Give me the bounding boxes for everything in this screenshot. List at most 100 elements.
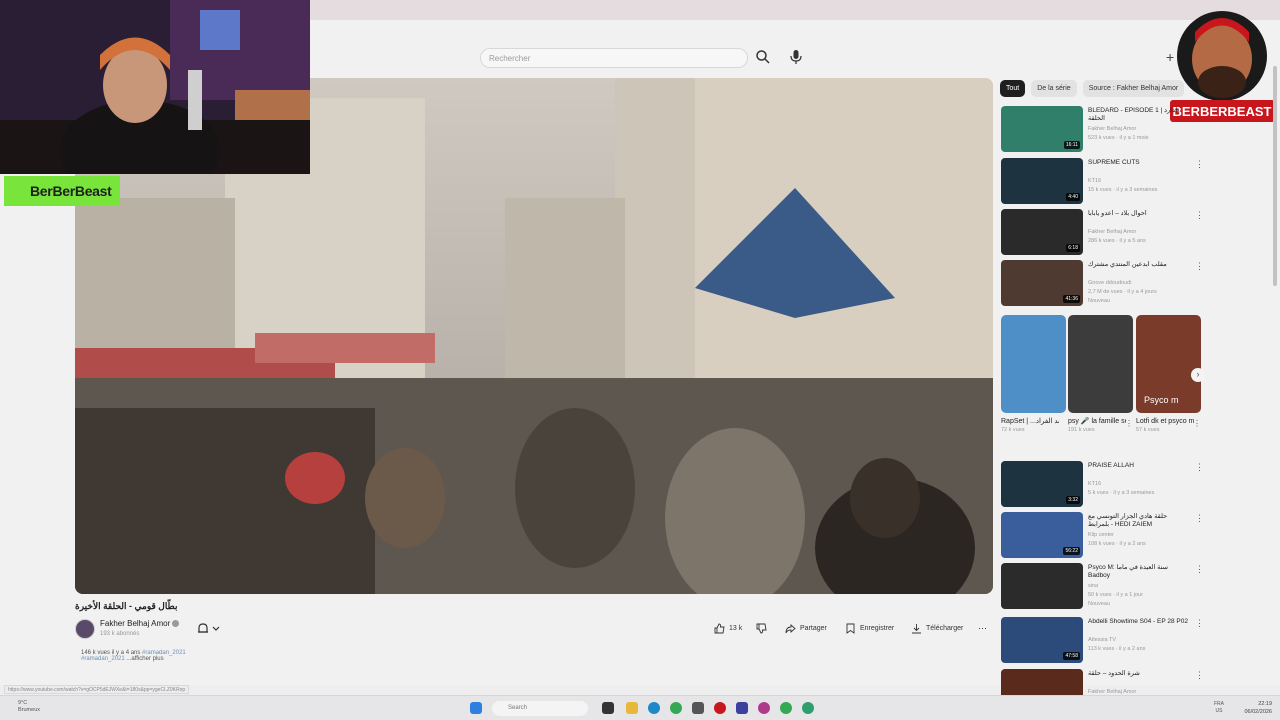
- video-meta: 5 k vues · il y a 3 semaines: [1088, 490, 1155, 496]
- short-item[interactable]: RapSet | ...عقد الفراد 72 k vues: [1001, 315, 1066, 433]
- video-duration: 6:18: [1066, 244, 1080, 252]
- share-button[interactable]: Partager: [785, 619, 827, 637]
- recommended-video[interactable]: 47:58 Abdelli Showtime S04 - EP 28 P02 Att…: [1001, 617, 1204, 665]
- more-actions-icon[interactable]: ⋯: [978, 619, 987, 637]
- more-options-icon[interactable]: ⋮: [1195, 463, 1204, 472]
- weather-temp: 9°C: [18, 700, 28, 706]
- scrollbar-thumb[interactable]: [1273, 66, 1277, 286]
- short-title[interactable]: Lotfi dk et psyco m ...: [1136, 417, 1194, 427]
- video-thumbnail[interactable]: 41:36: [1001, 260, 1083, 306]
- like-button[interactable]: 13 k: [714, 619, 742, 637]
- video-thumbnail[interactable]: [1001, 563, 1083, 609]
- recommended-video[interactable]: 4:40 SUPREME CUTS KT16 15 k vues · il y a 3…: [1001, 158, 1204, 206]
- page-scrollbar[interactable]: [1272, 40, 1278, 685]
- short-views: 57 k vues: [1136, 427, 1160, 433]
- video-title[interactable]: Psyco M: سنة العيدة في ماما Badboy: [1088, 564, 1188, 580]
- weather-widget[interactable]: 9°C Brumeux: [18, 700, 40, 714]
- chrome-icon[interactable]: [780, 702, 792, 714]
- more-options-icon[interactable]: ⋮: [1195, 671, 1204, 680]
- windows-start-icon[interactable]: [470, 702, 482, 714]
- recommended-video[interactable]: 3:32 PRAISE ALLAH KT16 5 k vues · il y a 3 …: [1001, 461, 1204, 509]
- taskbar-search[interactable]: Search: [492, 701, 588, 716]
- bookmark-icon: [846, 623, 855, 634]
- search-input[interactable]: Rechercher: [480, 48, 748, 68]
- video-thumbnail[interactable]: 47:58: [1001, 617, 1083, 663]
- app-icon[interactable]: [736, 702, 748, 714]
- video-title[interactable]: Abdelli Showtime S04 - EP 28 P02: [1088, 618, 1188, 626]
- recommended-video[interactable]: 56:22 حلقة هادي الجزار التونسي مع بلمرابط…: [1001, 512, 1204, 560]
- video-title[interactable]: أحوال بلاد – أعدو يابابا: [1088, 210, 1188, 218]
- more-options-icon[interactable]: ⋮: [1195, 514, 1204, 523]
- video-thumbnail[interactable]: 4:40: [1001, 158, 1083, 204]
- video-thumbnail[interactable]: 3:32: [1001, 461, 1083, 507]
- channel-name[interactable]: sina: [1088, 583, 1098, 589]
- subscriber-count: 193 k abonnés: [100, 631, 140, 637]
- video-meta: 523 k vues · il y a 1 mois: [1088, 135, 1149, 141]
- short-title[interactable]: RapSet | ...عقد الفراد: [1001, 417, 1059, 427]
- language-indicator[interactable]: FRA US: [1214, 701, 1224, 715]
- channel-name[interactable]: KT16: [1088, 178, 1101, 184]
- edge-icon[interactable]: [648, 702, 660, 714]
- video-title[interactable]: حلقة هادي الجزار التونسي مع بلمرابط - HE…: [1088, 513, 1188, 529]
- channel-name[interactable]: Klip center: [1088, 532, 1114, 538]
- more-options-icon[interactable]: ⋮: [1193, 419, 1201, 428]
- more-options-icon[interactable]: ⋮: [1195, 619, 1204, 628]
- recommended-video[interactable]: 16:11 BLEDARD - EPISODE 1 | بلدارد الحلقة…: [1001, 106, 1204, 154]
- microphone-icon[interactable]: [788, 48, 804, 66]
- video-title[interactable]: BLEDARD - EPISODE 1 | بلدارد الحلقة: [1088, 107, 1188, 123]
- description-box[interactable]: 146 k vues il y a 4 ans #ramadan_2021 #r…: [75, 646, 993, 672]
- dislike-button[interactable]: [756, 619, 767, 637]
- chrome-icon[interactable]: [670, 702, 682, 714]
- short-thumbnail[interactable]: Psyco m: [1136, 315, 1201, 413]
- windows-taskbar: 9°C Brumeux Search FRA US 22:19 06/02/20…: [0, 695, 1280, 720]
- video-thumbnail[interactable]: 56:22: [1001, 512, 1083, 558]
- shorts-next-arrow-icon[interactable]: ›: [1191, 368, 1205, 382]
- recommended-video[interactable]: Psyco M: سنة العيدة في ماما Badboy sina 50…: [1001, 563, 1204, 611]
- more-options-icon[interactable]: ⋮: [1195, 262, 1204, 271]
- video-title[interactable]: PRAISE ALLAH: [1088, 462, 1188, 470]
- channel-name[interactable]: KT16: [1088, 481, 1101, 487]
- recommended-video[interactable]: 41:36 مقلب ابدعين المنتدي مشترك Gnove ddou…: [1001, 260, 1204, 308]
- channel-avatar[interactable]: [75, 619, 95, 639]
- channel-name[interactable]: Gnove ddoudoudi: [1088, 280, 1131, 286]
- video-title[interactable]: شرة الحدود – حلقة: [1088, 670, 1188, 678]
- more-options-icon[interactable]: ⋮: [1195, 211, 1204, 220]
- short-thumbnail[interactable]: [1001, 315, 1066, 413]
- clock[interactable]: 22:19 06/02/2026: [1240, 700, 1272, 716]
- more-options-icon[interactable]: ⋮: [1125, 419, 1133, 428]
- chip-source[interactable]: Source : Fakher Belhaj Amor: [1082, 80, 1185, 97]
- save-button[interactable]: Enregistrer: [845, 619, 894, 637]
- app-icon[interactable]: [692, 702, 704, 714]
- video-title[interactable]: SUPREME CUTS: [1088, 159, 1188, 167]
- task-view-icon[interactable]: [602, 702, 614, 714]
- video-thumbnail[interactable]: 6:18: [1001, 209, 1083, 255]
- short-thumb-overlay-text: Psyco m: [1144, 395, 1179, 405]
- short-thumbnail[interactable]: [1068, 315, 1133, 413]
- channel-name[interactable]: Fakher Belhaj Amor: [1088, 229, 1136, 235]
- chrome-icon[interactable]: [802, 702, 814, 714]
- app-icon[interactable]: [758, 702, 770, 714]
- short-views: 72 k vues: [1001, 427, 1025, 433]
- like-count: 13 k: [729, 624, 743, 632]
- file-explorer-icon[interactable]: [626, 702, 638, 714]
- recommended-video[interactable]: 6:18 أحوال بلاد – أعدو يابابا Fakher Belha…: [1001, 209, 1204, 257]
- channel-name[interactable]: Fakher Belhaj Amor: [1088, 126, 1136, 132]
- notification-bell-icon[interactable]: [196, 622, 222, 636]
- more-options-icon[interactable]: ⋮: [1195, 108, 1204, 117]
- channel-name[interactable]: Fakher Belhaj Amor: [100, 619, 170, 628]
- hashtag[interactable]: #ramadan_2021: [81, 656, 125, 662]
- chip-all[interactable]: Tout: [1000, 80, 1026, 97]
- video-title[interactable]: مقلب ابدعين المنتدي مشترك: [1088, 261, 1188, 269]
- more-options-icon[interactable]: ⋮: [1195, 160, 1204, 169]
- link-preview-status: https://www.youtube.com/watch?v=gOCP5dEJ…: [4, 685, 190, 694]
- short-item[interactable]: psy 🎤 la famille sera... 191 k vues ⋮: [1068, 315, 1133, 433]
- app-icon[interactable]: [714, 702, 726, 714]
- short-title[interactable]: psy 🎤 la famille sera...: [1068, 417, 1126, 427]
- show-more-link[interactable]: ...afficher plus: [126, 656, 163, 662]
- video-thumbnail[interactable]: 16:11: [1001, 106, 1083, 152]
- search-icon[interactable]: [754, 48, 772, 66]
- chip-series[interactable]: De la série: [1031, 80, 1077, 97]
- channel-name[interactable]: Attessia TV: [1088, 637, 1116, 643]
- more-options-icon[interactable]: ⋮: [1195, 565, 1204, 574]
- download-button[interactable]: Télécharger: [911, 619, 963, 637]
